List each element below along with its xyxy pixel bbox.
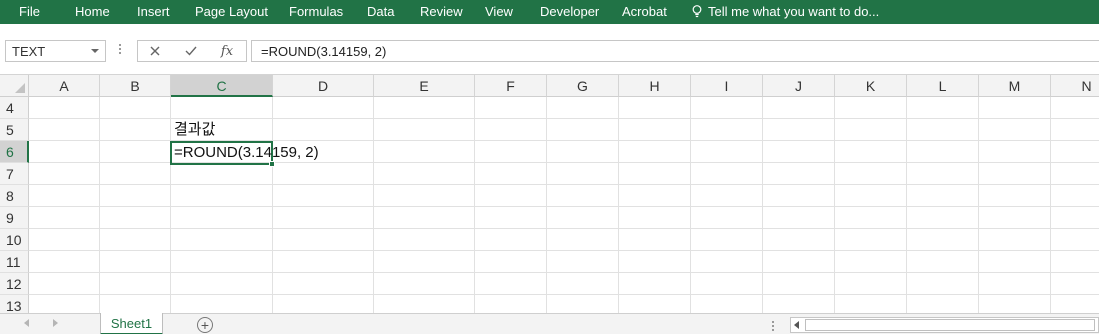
fill-handle[interactable] [269,161,275,167]
gridline [272,97,273,313]
column-header-j[interactable]: J [763,75,835,97]
row-header-10[interactable]: 10 [0,229,29,251]
tab-file[interactable]: File [19,4,40,19]
gridline [906,97,907,313]
chevron-down-icon[interactable] [91,49,99,53]
drag-handle[interactable] [119,44,122,58]
row-header-13[interactable]: 13 [0,295,29,313]
column-header-m[interactable]: M [979,75,1051,97]
row-header-12[interactable]: 12 [0,273,29,295]
lightbulb-icon [692,5,702,18]
column-header-e[interactable]: E [374,75,475,97]
horizontal-scrollbar[interactable] [790,317,1099,333]
cell-c6[interactable]: =ROUND(3.14159, 2) [174,142,319,164]
column-header-g[interactable]: G [547,75,619,97]
sheet-tab-sheet1[interactable]: Sheet1 [100,313,163,334]
gridline [29,250,1099,251]
gridline [690,97,691,313]
column-header-i[interactable]: I [691,75,763,97]
tab-insert[interactable]: Insert [137,4,170,19]
tab-data[interactable]: Data [367,4,394,19]
formula-bar: TEXT fx =ROUND(3.14159, 2) [0,24,1099,75]
gridline [170,97,171,313]
column-header-c[interactable]: C [171,75,273,97]
gridline [546,97,547,313]
scroll-left-icon[interactable] [794,321,799,329]
gridline [29,272,1099,273]
column-header-h[interactable]: H [619,75,691,97]
enter-button[interactable] [176,41,206,61]
tell-me-label: Tell me what you want to do... [708,4,880,19]
column-header-d[interactable]: D [273,75,374,97]
gridline [373,97,374,313]
tab-page-layout[interactable]: Page Layout [195,4,268,19]
close-icon [150,46,160,56]
scroll-left-icon[interactable] [24,319,29,327]
row-header-6[interactable]: 6 [0,141,29,163]
row-header-4[interactable]: 4 [0,97,29,119]
row-header-11[interactable]: 11 [0,251,29,273]
tell-me-search[interactable]: Tell me what you want to do... [692,4,879,19]
drag-handle[interactable] [772,321,775,331]
formula-buttons: fx [137,40,247,62]
row-header-7[interactable]: 7 [0,163,29,185]
tab-home[interactable]: Home [75,4,110,19]
column-header-b[interactable]: B [100,75,171,97]
column-header-a[interactable]: A [29,75,100,97]
gridline [29,184,1099,185]
gridline [834,97,835,313]
scrollbar-thumb[interactable] [805,319,1095,331]
gridline [1050,97,1051,313]
select-all-button[interactable] [0,75,29,97]
gridline [29,228,1099,229]
worksheet-grid[interactable]: A B C D E F G H I J K L M N 4 5 6 7 8 9 … [0,75,1099,313]
name-box-value: TEXT [12,44,46,59]
cell-c5[interactable]: 결과값 [174,119,215,141]
plus-circle-icon[interactable]: + [197,317,213,333]
column-header-l[interactable]: L [907,75,979,97]
ribbon-tab-bar: File Home Insert Page Layout Formulas Da… [0,0,1099,24]
column-header-n[interactable]: N [1051,75,1099,97]
row-header-5[interactable]: 5 [0,119,29,141]
gridline [618,97,619,313]
sheet-tab-bar: Sheet1 + [0,313,1099,334]
tab-acrobat[interactable]: Acrobat [622,4,667,19]
check-icon [185,46,197,56]
tab-review[interactable]: Review [420,4,463,19]
gridline [29,206,1099,207]
name-box[interactable]: TEXT [5,40,106,62]
gridline [29,294,1099,295]
tab-view[interactable]: View [485,4,513,19]
cancel-button[interactable] [140,41,170,61]
row-header-9[interactable]: 9 [0,207,29,229]
gridline [474,97,475,313]
column-header-f[interactable]: F [475,75,547,97]
gridline [99,97,100,313]
scroll-right-icon[interactable] [53,319,58,327]
insert-function-button[interactable]: fx [212,41,242,61]
row-header-8[interactable]: 8 [0,185,29,207]
tab-developer[interactable]: Developer [540,4,599,19]
formula-input[interactable]: =ROUND(3.14159, 2) [251,40,1099,62]
formula-text: =ROUND(3.14159, 2) [261,44,387,59]
column-header-k[interactable]: K [835,75,907,97]
gridline [762,97,763,313]
gridline [978,97,979,313]
tab-formulas[interactable]: Formulas [289,4,343,19]
